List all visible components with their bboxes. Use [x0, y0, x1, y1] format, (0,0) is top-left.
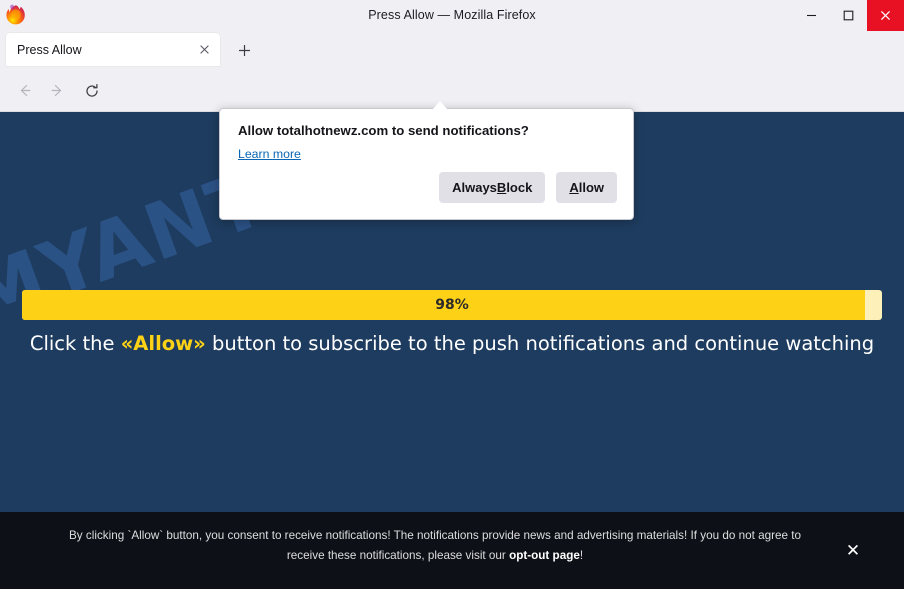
consent-banner: By clicking `Allow` button, you consent …	[0, 512, 904, 589]
progress-percent-label: 98%	[435, 297, 469, 313]
consent-close-button[interactable]: ✕	[842, 540, 864, 562]
reload-button[interactable]	[79, 78, 104, 103]
title-bar: Press Allow — Mozilla Firefox	[0, 0, 904, 31]
tab-strip: Press Allow	[0, 31, 904, 68]
window-title: Press Allow — Mozilla Firefox	[368, 8, 536, 22]
notification-permission-popup: Allow totalhotnewz.com to send notificat…	[219, 101, 634, 220]
tab-label: Press Allow	[17, 42, 82, 57]
cta-text-after: button to subscribe to the push notifica…	[205, 332, 875, 355]
popup-buttons: Always Block Allow	[439, 172, 617, 203]
consent-line-2-before: receive these notifications, please visi…	[286, 549, 510, 562]
consent-banner-text: By clicking `Allow` button, you consent …	[55, 526, 815, 566]
minimize-button[interactable]	[793, 0, 830, 31]
cta-allow-highlight: «Allow»	[120, 332, 206, 355]
close-window-button[interactable]	[867, 0, 904, 31]
always-block-label-post: lock	[506, 180, 533, 195]
tab-press-allow[interactable]: Press Allow	[6, 33, 220, 66]
popup-title: Allow totalhotnewz.com to send notificat…	[238, 123, 529, 138]
forward-button[interactable]	[45, 78, 70, 103]
allow-accesskey: A	[569, 180, 579, 195]
opt-out-page-link[interactable]: opt-out page	[509, 549, 580, 562]
progress-bar: 98%	[22, 290, 882, 320]
tab-close-icon[interactable]	[196, 41, 213, 58]
allow-label-post: llow	[578, 180, 604, 195]
call-to-action-text: Click the «Allow» button to subscribe to…	[0, 332, 904, 355]
always-block-label-pre: Always	[452, 180, 497, 195]
learn-more-link[interactable]: Learn more	[238, 147, 301, 161]
always-block-accesskey: B	[496, 180, 507, 195]
window-controls	[793, 0, 904, 31]
navigation-toolbar: https://totalhotnewz.com/?s=500625638332…	[0, 68, 904, 175]
new-tab-button[interactable]	[232, 40, 256, 61]
consent-line-1: By clicking `Allow` button, you consent …	[69, 529, 801, 542]
back-button[interactable]	[12, 78, 37, 103]
maximize-button[interactable]	[830, 0, 867, 31]
cta-text-before: Click the	[29, 332, 121, 355]
consent-line-2-after: !	[579, 549, 584, 562]
firefox-window: Press Allow — Mozilla Firefox Press Allo…	[0, 0, 904, 589]
allow-button[interactable]: Allow	[556, 172, 617, 203]
always-block-button[interactable]: Always Block	[439, 172, 546, 203]
